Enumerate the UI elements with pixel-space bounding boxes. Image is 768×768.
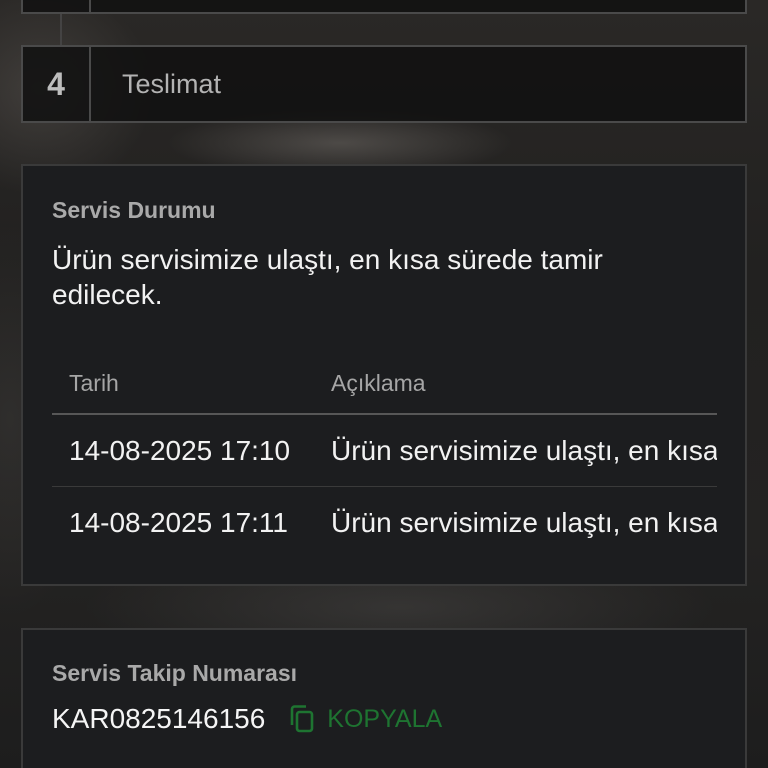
- previous-step-item: [21, 0, 747, 14]
- step-item-delivery: 4 Teslimat: [21, 45, 747, 123]
- row-date: 14-08-2025 17:10: [69, 434, 291, 466]
- service-status-title: Servis Durumu: [52, 197, 216, 223]
- service-status-card: Servis Durumu Ürün servisimize ulaştı, e…: [21, 164, 747, 586]
- column-header-date: Tarih: [69, 369, 119, 396]
- step-connector-line: [60, 14, 62, 45]
- row-description: Ürün servisimize ulaştı, en kısa: [331, 506, 717, 538]
- column-header-description: Açıklama: [331, 369, 426, 396]
- tracking-number-card: Servis Takip Numarası KAR0825146156 KOPY…: [21, 628, 747, 768]
- table-row: 14-08-2025 17:10 Ürün servisimize ulaştı…: [52, 415, 717, 487]
- table-header-row: Tarih Açıklama: [52, 353, 717, 415]
- service-status-message: Ürün servisimize ulaştı, en kısa sürede …: [52, 244, 603, 310]
- previous-step-number-cell: [23, 0, 91, 12]
- copy-button-label: KOPYALA: [327, 704, 443, 733]
- copy-icon: [289, 705, 315, 733]
- table-row: 14-08-2025 17:11 Ürün servisimize ulaştı…: [52, 487, 717, 558]
- tracking-title: Servis Takip Numarası: [52, 660, 298, 686]
- service-history-table: Tarih Açıklama 14-08-2025 17:10 Ürün ser…: [52, 353, 717, 558]
- step-label: Teslimat: [122, 68, 222, 99]
- copy-button[interactable]: KOPYALA: [289, 705, 442, 734]
- step-number: 4: [23, 47, 91, 121]
- row-description: Ürün servisimize ulaştı, en kısa: [331, 434, 717, 466]
- tracking-row: KAR0825146156 KOPYALA: [52, 701, 717, 737]
- tracking-number: KAR0825146156: [52, 703, 266, 734]
- row-date: 14-08-2025 17:11: [69, 506, 288, 538]
